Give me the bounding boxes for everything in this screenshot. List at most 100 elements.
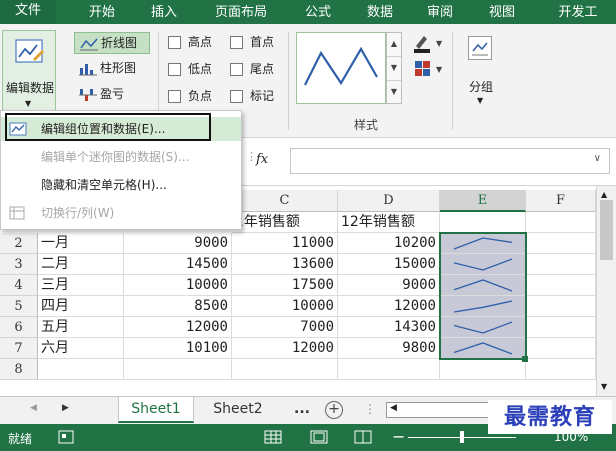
style-gallery-scroller[interactable]: ▲ ▼ ▼ bbox=[386, 32, 402, 104]
tab-view[interactable]: 视图 bbox=[476, 3, 528, 24]
menu-item-hidden-empty-cells[interactable]: 隐藏和清空单元格(H)... bbox=[1, 173, 241, 197]
scroll-thumb[interactable] bbox=[600, 200, 613, 260]
cell-c5[interactable]: 10000 bbox=[232, 296, 338, 317]
sparkline-color-button[interactable]: ▼ bbox=[412, 32, 448, 54]
cell-b7[interactable]: 10100 bbox=[124, 338, 232, 359]
highlight-box bbox=[5, 113, 211, 141]
column-header-d[interactable]: D bbox=[338, 190, 440, 212]
cell-f1[interactable] bbox=[526, 212, 596, 233]
zoom-out-icon[interactable]: − bbox=[392, 427, 405, 446]
cell-b5[interactable]: 8500 bbox=[124, 296, 232, 317]
gallery-up-icon[interactable]: ▲ bbox=[387, 33, 401, 57]
gallery-down-icon[interactable]: ▼ bbox=[387, 57, 401, 81]
cell-e8[interactable] bbox=[440, 359, 526, 380]
cell-c3[interactable]: 13600 bbox=[232, 254, 338, 275]
cell-d7[interactable]: 9800 bbox=[338, 338, 440, 359]
cell-a3[interactable]: 二月 bbox=[38, 254, 124, 275]
scroll-down-icon[interactable]: ▼ bbox=[601, 382, 607, 391]
sparkline-type-winloss[interactable]: 盈亏 bbox=[74, 84, 150, 106]
row-header[interactable]: 5 bbox=[0, 296, 38, 317]
row-header[interactable]: 4 bbox=[0, 275, 38, 296]
page-layout-view-icon[interactable] bbox=[310, 430, 328, 444]
cell-f7[interactable] bbox=[526, 338, 596, 359]
cell-f6[interactable] bbox=[526, 317, 596, 338]
column-header-e[interactable]: E bbox=[440, 190, 526, 212]
tab-insert[interactable]: 插入 bbox=[138, 3, 190, 24]
cell-d6[interactable]: 14300 bbox=[338, 317, 440, 338]
cell-c2[interactable]: 11000 bbox=[232, 233, 338, 254]
cell-a5[interactable]: 四月 bbox=[38, 296, 124, 317]
row-header[interactable]: 6 bbox=[0, 317, 38, 338]
marker-color-button[interactable]: ▼ bbox=[412, 58, 448, 80]
cell-d5[interactable]: 12000 bbox=[338, 296, 440, 317]
cell-f3[interactable] bbox=[526, 254, 596, 275]
tab-file[interactable]: 文件 bbox=[0, 0, 56, 24]
cell-c4[interactable]: 17500 bbox=[232, 275, 338, 296]
cell-d1[interactable]: 12年销售额 bbox=[338, 212, 440, 233]
cell-b6[interactable]: 12000 bbox=[124, 317, 232, 338]
column-header-f[interactable]: F bbox=[526, 190, 596, 212]
add-sheet-icon[interactable]: + bbox=[325, 401, 343, 419]
expand-chevron-icon[interactable]: ∨ bbox=[594, 153, 601, 164]
cell-d4[interactable]: 9000 bbox=[338, 275, 440, 296]
tab-review[interactable]: 审阅 bbox=[414, 3, 466, 24]
cell-a2[interactable]: 一月 bbox=[38, 233, 124, 254]
more-sheets-button[interactable]: ... bbox=[288, 397, 316, 423]
prev-sheet-icon[interactable]: ◀ bbox=[30, 403, 37, 413]
macro-record-icon[interactable] bbox=[58, 430, 74, 444]
cell-b8[interactable] bbox=[124, 359, 232, 380]
insert-function-icon[interactable]: fx bbox=[256, 152, 268, 167]
tab-home[interactable]: 开始 bbox=[76, 3, 128, 24]
tab-data[interactable]: 数据 bbox=[354, 3, 406, 24]
cell-c7[interactable]: 12000 bbox=[232, 338, 338, 359]
tab-developer[interactable]: 开发工 bbox=[540, 3, 616, 24]
sparkline-type-line[interactable]: 折线图 bbox=[74, 32, 150, 54]
gallery-more-icon[interactable]: ▼ bbox=[387, 81, 401, 105]
menu-item-edit-single-sparkline[interactable]: 编辑单个迷你图的数据(S)... bbox=[1, 145, 241, 169]
sheet-tab-sheet2[interactable]: Sheet2 bbox=[200, 397, 276, 423]
edit-data-button[interactable]: 编辑数据 ▼ bbox=[2, 30, 56, 116]
cell-a7[interactable]: 六月 bbox=[38, 338, 124, 359]
cell-f5[interactable] bbox=[526, 296, 596, 317]
cell-b3[interactable]: 14500 bbox=[124, 254, 232, 275]
row-header[interactable]: 2 bbox=[0, 233, 38, 254]
zoom-slider-thumb[interactable] bbox=[460, 431, 464, 443]
style-gallery-item[interactable] bbox=[296, 32, 386, 104]
formula-input[interactable]: ∨ bbox=[290, 148, 610, 174]
row-header[interactable]: 8 bbox=[0, 359, 38, 380]
cell-c6[interactable]: 7000 bbox=[232, 317, 338, 338]
sparkline-type-column[interactable]: 柱形图 bbox=[74, 58, 150, 80]
menu-item-switch-row-column[interactable]: 切换行/列(W) bbox=[1, 201, 241, 225]
cell-a6[interactable]: 五月 bbox=[38, 317, 124, 338]
cell-d3[interactable]: 15000 bbox=[338, 254, 440, 275]
horizontal-scrollbar[interactable]: ◀ bbox=[386, 402, 490, 418]
cell-b4[interactable]: 10000 bbox=[124, 275, 232, 296]
cell-c1[interactable]: 1年销售额 bbox=[232, 212, 338, 233]
next-sheet-icon[interactable]: ▶ bbox=[62, 403, 69, 413]
fill-handle[interactable] bbox=[522, 356, 528, 362]
cell-c8[interactable] bbox=[232, 359, 338, 380]
normal-view-icon[interactable] bbox=[264, 430, 282, 444]
group-button[interactable]: 分组 ▼ bbox=[456, 32, 506, 112]
cell-f2[interactable] bbox=[526, 233, 596, 254]
cell-a8[interactable] bbox=[38, 359, 124, 380]
page-break-view-icon[interactable] bbox=[354, 430, 372, 444]
row-header[interactable]: 7 bbox=[0, 338, 38, 359]
cell-f4[interactable] bbox=[526, 275, 596, 296]
scroll-left-icon[interactable]: ◀ bbox=[390, 403, 397, 413]
tab-page-layout[interactable]: 页面布局 bbox=[200, 3, 282, 24]
tab-splitter-icon[interactable]: ⋮ bbox=[364, 402, 376, 416]
sheet-tab-sheet1[interactable]: Sheet1 bbox=[118, 397, 194, 423]
cell-f8[interactable] bbox=[526, 359, 596, 380]
scroll-up-icon[interactable]: ▲ bbox=[601, 190, 607, 199]
cell-d8[interactable] bbox=[338, 359, 440, 380]
column-header-c[interactable]: C bbox=[232, 190, 338, 212]
cell-b2[interactable]: 9000 bbox=[124, 233, 232, 254]
cell-a4[interactable]: 三月 bbox=[38, 275, 124, 296]
cell-d2[interactable]: 10200 bbox=[338, 233, 440, 254]
cell-e1[interactable] bbox=[440, 212, 526, 233]
watermark-logo: 最需教育 bbox=[488, 400, 612, 434]
tab-formulas[interactable]: 公式 bbox=[292, 3, 344, 24]
row-header[interactable]: 3 bbox=[0, 254, 38, 275]
vertical-scrollbar[interactable]: ▲ ▼ bbox=[596, 186, 616, 396]
